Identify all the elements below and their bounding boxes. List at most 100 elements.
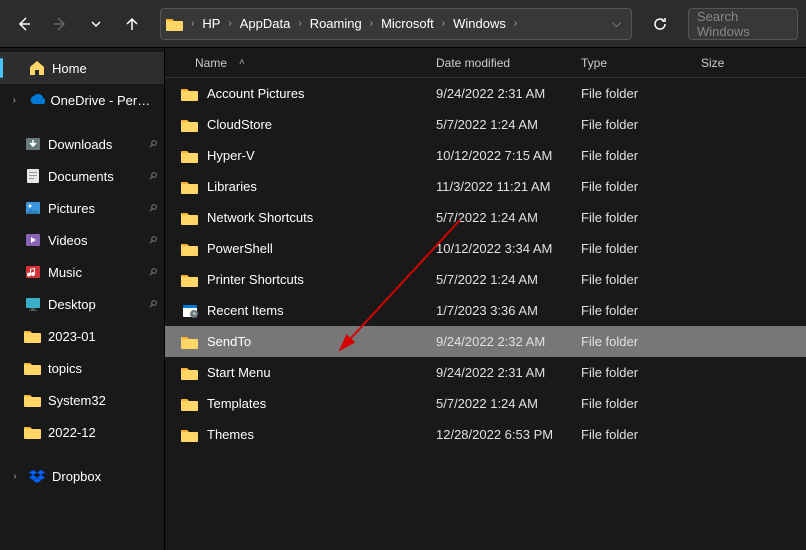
breadcrumb-item[interactable]: Windows bbox=[447, 14, 512, 33]
file-name: PowerShell bbox=[207, 241, 273, 256]
folder-icon bbox=[181, 395, 199, 413]
breadcrumb-item[interactable]: HP bbox=[196, 14, 226, 33]
folder-icon bbox=[181, 426, 199, 444]
search-input[interactable]: Search Windows bbox=[688, 8, 798, 40]
file-name: Start Menu bbox=[207, 365, 271, 380]
pin-icon: ⚲ bbox=[146, 234, 159, 247]
refresh-button[interactable] bbox=[644, 8, 676, 40]
file-list: Name˄ Date modified Type Size Account Pi… bbox=[165, 48, 806, 550]
search-placeholder: Search Windows bbox=[697, 9, 789, 39]
column-header-size[interactable]: Size bbox=[695, 56, 806, 70]
file-type: File folder bbox=[575, 303, 695, 318]
file-name: Themes bbox=[207, 427, 254, 442]
file-row[interactable]: SendTo 9/24/2022 2:32 AM File folder bbox=[165, 326, 806, 357]
file-row[interactable]: Account Pictures 9/24/2022 2:31 AM File … bbox=[165, 78, 806, 109]
cloud-icon bbox=[27, 91, 45, 109]
file-type: File folder bbox=[575, 210, 695, 225]
file-type: File folder bbox=[575, 427, 695, 442]
chevron-right-icon[interactable]: › bbox=[296, 18, 303, 29]
file-date: 1/7/2023 3:36 AM bbox=[430, 303, 575, 318]
file-type: File folder bbox=[575, 272, 695, 287]
chevron-right-icon[interactable]: › bbox=[440, 18, 447, 29]
file-row[interactable]: Themes 12/28/2022 6:53 PM File folder bbox=[165, 419, 806, 450]
sidebar-item[interactable]: 2022-12 bbox=[0, 416, 164, 448]
sidebar: Home › OneDrive - Personal Downloads⚲Doc… bbox=[0, 48, 165, 550]
sidebar-item[interactable]: Desktop⚲ bbox=[0, 288, 164, 320]
sidebar-item-home[interactable]: Home bbox=[0, 52, 164, 84]
file-row[interactable]: Templates 5/7/2022 1:24 AM File folder bbox=[165, 388, 806, 419]
forward-button[interactable] bbox=[44, 8, 76, 40]
sidebar-item[interactable]: 2023-01 bbox=[0, 320, 164, 352]
folder-icon bbox=[181, 333, 199, 351]
sidebar-item[interactable]: Videos⚲ bbox=[0, 224, 164, 256]
toolbar: › HP›AppData›Roaming›Microsoft›Windows› … bbox=[0, 0, 806, 48]
file-row[interactable]: Network Shortcuts 5/7/2022 1:24 AM File … bbox=[165, 202, 806, 233]
file-name: Libraries bbox=[207, 179, 257, 194]
breadcrumb[interactable]: › HP›AppData›Roaming›Microsoft›Windows› … bbox=[160, 8, 632, 40]
file-date: 5/7/2022 1:24 AM bbox=[430, 396, 575, 411]
music-icon bbox=[24, 263, 42, 281]
folder-icon bbox=[181, 178, 199, 196]
file-name: CloudStore bbox=[207, 117, 272, 132]
file-date: 10/12/2022 7:15 AM bbox=[430, 148, 575, 163]
folder-icon bbox=[24, 327, 42, 345]
sidebar-item-dropbox[interactable]: › Dropbox bbox=[0, 460, 164, 492]
download-icon bbox=[24, 135, 42, 153]
file-name: Templates bbox=[207, 396, 266, 411]
sidebar-item[interactable]: Pictures⚲ bbox=[0, 192, 164, 224]
chevron-right-icon[interactable]: › bbox=[226, 18, 233, 29]
pin-icon: ⚲ bbox=[146, 202, 159, 215]
desktop-icon bbox=[24, 295, 42, 313]
column-header-date[interactable]: Date modified bbox=[430, 56, 575, 70]
file-type: File folder bbox=[575, 148, 695, 163]
folder-icon bbox=[181, 147, 199, 165]
sidebar-item[interactable]: Downloads⚲ bbox=[0, 128, 164, 160]
folder-icon bbox=[24, 391, 42, 409]
back-button[interactable] bbox=[8, 8, 40, 40]
chevron-right-icon[interactable]: › bbox=[8, 471, 22, 482]
file-row[interactable]: CloudStore 5/7/2022 1:24 AM File folder bbox=[165, 109, 806, 140]
chevron-right-icon[interactable]: › bbox=[189, 18, 196, 29]
folder-icon bbox=[165, 14, 185, 34]
file-row[interactable]: Printer Shortcuts 5/7/2022 1:24 AM File … bbox=[165, 264, 806, 295]
sidebar-item-onedrive[interactable]: › OneDrive - Personal bbox=[0, 84, 164, 116]
file-date: 5/7/2022 1:24 AM bbox=[430, 117, 575, 132]
file-row[interactable]: Recent Items 1/7/2023 3:36 AM File folde… bbox=[165, 295, 806, 326]
folder-icon bbox=[181, 209, 199, 227]
file-type: File folder bbox=[575, 396, 695, 411]
file-row[interactable]: Libraries 11/3/2022 11:21 AM File folder bbox=[165, 171, 806, 202]
chevron-down-icon[interactable]: ⌵ bbox=[610, 16, 623, 31]
document-icon bbox=[24, 167, 42, 185]
sidebar-item[interactable]: Music⚲ bbox=[0, 256, 164, 288]
sidebar-item[interactable]: System32 bbox=[0, 384, 164, 416]
recent-icon bbox=[181, 302, 199, 320]
chevron-right-icon[interactable]: › bbox=[368, 18, 375, 29]
column-header-name[interactable]: Name˄ bbox=[175, 56, 430, 70]
file-date: 5/7/2022 1:24 AM bbox=[430, 210, 575, 225]
file-row[interactable]: Hyper-V 10/12/2022 7:15 AM File folder bbox=[165, 140, 806, 171]
file-row[interactable]: PowerShell 10/12/2022 3:34 AM File folde… bbox=[165, 233, 806, 264]
column-header-row: Name˄ Date modified Type Size bbox=[165, 48, 806, 78]
sidebar-item[interactable]: topics bbox=[0, 352, 164, 384]
chevron-right-icon[interactable]: › bbox=[8, 95, 21, 106]
column-header-type[interactable]: Type bbox=[575, 56, 695, 70]
file-type: File folder bbox=[575, 86, 695, 101]
file-type: File folder bbox=[575, 365, 695, 380]
file-row[interactable]: Start Menu 9/24/2022 2:31 AM File folder bbox=[165, 357, 806, 388]
folder-icon bbox=[181, 116, 199, 134]
pin-icon: ⚲ bbox=[146, 298, 159, 311]
file-name: Recent Items bbox=[207, 303, 284, 318]
sidebar-item[interactable]: Documents⚲ bbox=[0, 160, 164, 192]
file-date: 11/3/2022 11:21 AM bbox=[430, 179, 575, 194]
chevron-right-icon[interactable]: › bbox=[512, 18, 519, 29]
folder-icon bbox=[24, 423, 42, 441]
file-type: File folder bbox=[575, 334, 695, 349]
folder-icon bbox=[181, 240, 199, 258]
recent-dropdown[interactable] bbox=[80, 8, 112, 40]
up-button[interactable] bbox=[116, 8, 148, 40]
file-name: Network Shortcuts bbox=[207, 210, 313, 225]
breadcrumb-item[interactable]: Roaming bbox=[304, 14, 368, 33]
breadcrumb-item[interactable]: AppData bbox=[234, 14, 297, 33]
breadcrumb-item[interactable]: Microsoft bbox=[375, 14, 440, 33]
dropbox-icon bbox=[28, 467, 46, 485]
